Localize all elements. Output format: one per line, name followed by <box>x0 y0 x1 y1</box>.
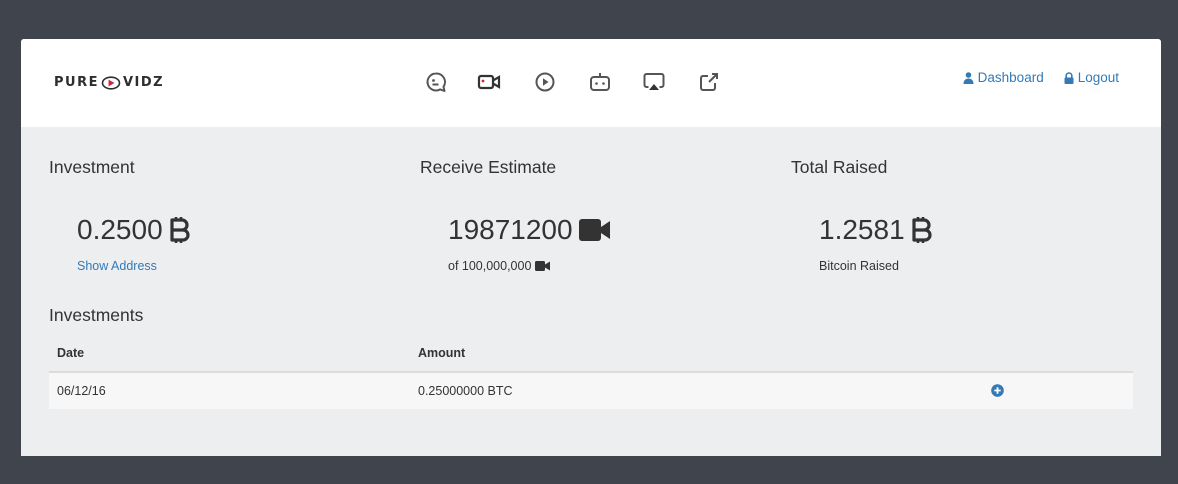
total-raised-heading: Total Raised <box>791 157 888 177</box>
table-header: Date Amount <box>49 335 1133 373</box>
raised-value: 1.2581 <box>819 214 905 245</box>
investments-title: Investments <box>49 305 144 325</box>
receive-estimate-heading: Receive Estimate <box>420 157 557 177</box>
receive-sub: of 100,000,000 <box>448 259 551 273</box>
receive-estimate-stat: Receive Estimate 19871200 of 100,000,000 <box>420 157 610 273</box>
total-raised-stat: Total Raised 1.2581 Bitcoin Raised <box>791 157 932 273</box>
total-supply-text: of 100,000,000 <box>448 259 532 273</box>
chat-icon[interactable] <box>423 69 449 95</box>
investment-value-row: 0.2500 <box>77 214 191 246</box>
lock-icon <box>1064 71 1074 84</box>
user-icon <box>963 71 974 84</box>
video-camera-icon[interactable] <box>476 69 502 95</box>
bitcoin-icon <box>912 217 932 243</box>
main-card: PURE VIDZ Dashboard Logout Investment 0.… <box>21 39 1161 456</box>
show-address-link[interactable]: Show Address <box>77 259 157 273</box>
row-amount: 0.25000000 BTC <box>418 384 513 398</box>
play-circle-icon[interactable] <box>532 69 558 95</box>
logout-label: Logout <box>1077 70 1119 85</box>
logout-link[interactable]: Logout <box>1064 70 1119 85</box>
top-links: Dashboard Logout <box>963 70 1119 85</box>
video-camera-icon <box>578 219 610 241</box>
raised-value-row: 1.2581 <box>819 214 933 246</box>
investment-stat: Investment 0.2500 Show Address <box>49 157 190 273</box>
header-bar: PURE VIDZ Dashboard Logout <box>21 39 1161 127</box>
table-row[interactable]: 06/12/16 0.25000000 BTC <box>49 373 1133 409</box>
dashboard-link[interactable]: Dashboard <box>963 70 1044 85</box>
investment-heading: Investment <box>49 157 135 177</box>
dashboard-label: Dashboard <box>977 70 1044 85</box>
raised-sub: Bitcoin Raised <box>819 259 899 273</box>
bitcoin-icon <box>170 217 190 243</box>
investment-value: 0.2500 <box>77 214 163 245</box>
receive-value: 19871200 <box>448 214 573 245</box>
airplay-icon[interactable] <box>641 69 667 95</box>
plus-circle-icon[interactable] <box>991 384 1004 397</box>
investments-table: Date Amount 06/12/16 0.25000000 BTC <box>49 335 1133 409</box>
row-date: 06/12/16 <box>57 384 106 398</box>
robot-icon[interactable] <box>587 69 613 95</box>
receive-value-row: 19871200 <box>448 214 611 246</box>
column-header-amount: Amount <box>418 346 466 360</box>
column-header-date: Date <box>57 346 85 360</box>
video-camera-small-icon <box>535 261 551 271</box>
share-icon[interactable] <box>696 69 722 95</box>
